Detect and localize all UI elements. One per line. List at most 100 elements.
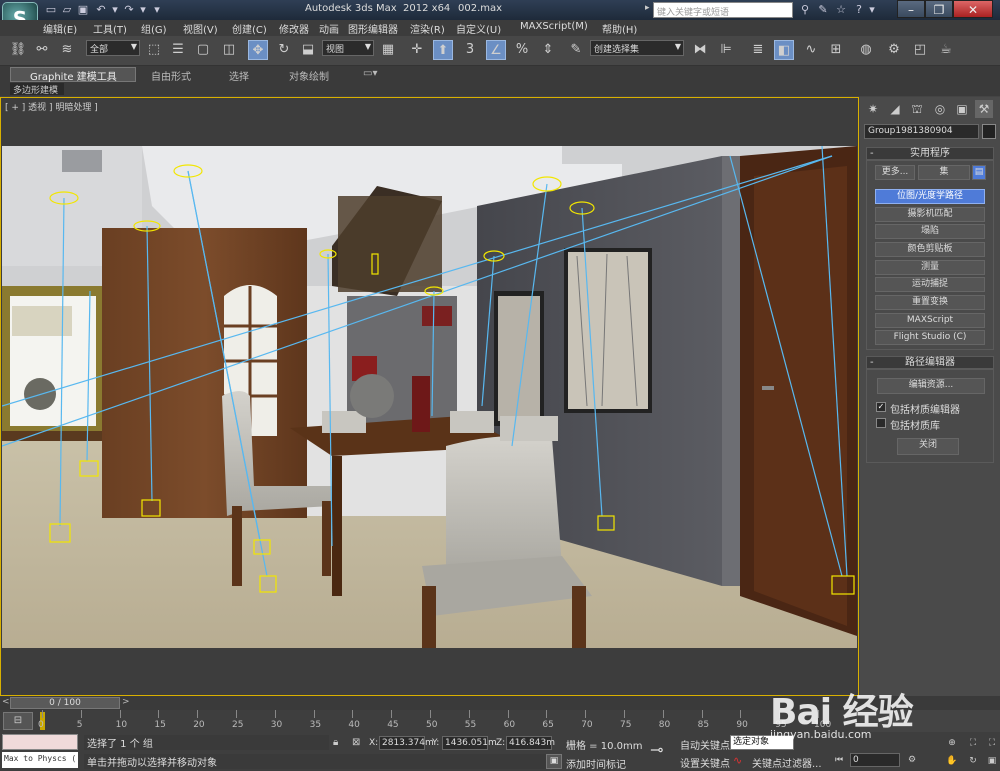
path-editor-rollout-header[interactable]: - 路径编辑器 xyxy=(866,356,994,369)
minimize-button[interactable]: – xyxy=(897,0,925,18)
timeline-next-icon[interactable]: > xyxy=(122,697,130,707)
y-coordinate-field[interactable]: 1436.051m xyxy=(442,736,497,750)
unlink-icon[interactable]: ⚯ xyxy=(32,40,52,60)
curve-editor-icon[interactable]: ∿ xyxy=(801,40,821,60)
set-key-button[interactable]: 设置关键点 xyxy=(680,755,730,770)
community-icon[interactable]: ☆ xyxy=(833,2,849,18)
menu-help[interactable]: 帮助(H) xyxy=(602,21,637,36)
auto-key-button[interactable]: 自动关键点 xyxy=(680,737,730,752)
goto-start-icon[interactable]: ⏮ xyxy=(832,753,846,767)
x-coordinate-field[interactable]: 2813.374m xyxy=(379,736,434,750)
create-tab-icon[interactable]: ✷ xyxy=(864,100,882,118)
snaps-toggle-icon[interactable]: 3 xyxy=(460,40,480,60)
menu-rendering[interactable]: 渲染(R) xyxy=(410,21,445,36)
select-by-name-icon[interactable]: ☰ xyxy=(168,40,188,60)
util-measure[interactable]: 测量 xyxy=(875,260,985,275)
material-editor-icon[interactable]: ◍ xyxy=(856,40,876,60)
key-curve-icon[interactable]: ∿ xyxy=(733,754,742,767)
angle-snap-icon[interactable]: ∠ xyxy=(486,40,506,60)
utilities-tab-icon[interactable]: ⚒ xyxy=(975,100,993,118)
help-icon[interactable]: ? xyxy=(851,2,867,18)
pan-icon[interactable]: ✋ xyxy=(945,754,959,768)
z-coordinate-field[interactable]: 416.843m xyxy=(506,736,555,750)
hierarchy-tab-icon[interactable]: ⛫ xyxy=(908,100,926,118)
link-icon[interactable]: ⛓ xyxy=(8,40,28,60)
key-icon[interactable]: ⊸ xyxy=(650,740,663,759)
layer-manager-icon[interactable]: ≣ xyxy=(748,40,768,60)
tab-object-paint[interactable]: 对象绘制 xyxy=(289,68,329,83)
time-config-icon[interactable]: ⚙ xyxy=(905,753,919,767)
util-collapse[interactable]: 塌陷 xyxy=(875,224,985,239)
keyboard-shortcut-override-icon[interactable]: ⬆ xyxy=(433,40,453,60)
select-rotate-icon[interactable]: ↻ xyxy=(274,40,294,60)
selection-filter-dropdown[interactable]: 全部 ▼ xyxy=(86,40,140,56)
tools-icon[interactable]: ✎ xyxy=(815,2,831,18)
open-file-icon[interactable]: ▱ xyxy=(60,3,74,17)
help-dropdown-icon[interactable]: ▾ xyxy=(867,2,877,18)
current-frame-field[interactable]: 0 xyxy=(850,753,900,767)
key-filters-button[interactable]: 关键点过滤器... xyxy=(752,755,822,770)
include-material-library-checkbox[interactable] xyxy=(876,418,886,428)
named-selection-dropdown[interactable]: 创建选择集 ▼ xyxy=(590,40,684,56)
reference-coordinate-dropdown[interactable]: 视图 ▼ xyxy=(322,40,374,56)
util-camera-match[interactable]: 摄影机匹配 xyxy=(875,207,985,222)
more-button[interactable]: 更多... xyxy=(875,165,915,180)
select-scale-icon[interactable]: ⬓ xyxy=(298,40,318,60)
add-time-tag-icon[interactable]: ▣ xyxy=(546,754,562,769)
add-time-tag-label[interactable]: 添加时间标记 xyxy=(566,756,626,771)
render-production-icon[interactable]: ☕ xyxy=(936,40,956,60)
util-maxscript[interactable]: MAXScript xyxy=(875,313,985,328)
percent-snap-icon[interactable]: % xyxy=(512,40,532,60)
lock-icon[interactable]: 🔒︎ xyxy=(333,737,338,748)
schematic-view-icon[interactable]: ⊞ xyxy=(826,40,846,60)
util-motion-capture[interactable]: 运动捕捉 xyxy=(875,277,985,292)
redo-dropdown-icon[interactable]: ▾ xyxy=(136,3,150,17)
menu-maxscript[interactable]: MAXScript(M) xyxy=(520,21,588,32)
render-setup-icon[interactable]: ⚙ xyxy=(884,40,904,60)
include-material-editor-checkbox[interactable]: ✓ xyxy=(876,402,886,412)
manipulate-icon[interactable]: ✛ xyxy=(407,40,427,60)
sets-button[interactable]: 集 xyxy=(918,165,970,180)
ribbon-options-icon[interactable]: ▭▾ xyxy=(363,68,377,79)
binoculars-icon[interactable]: ⚲ xyxy=(797,2,813,18)
motion-tab-icon[interactable]: ◎ xyxy=(931,100,949,118)
util-flight-studio[interactable]: Flight Studio (C) xyxy=(875,330,985,345)
pivot-center-icon[interactable]: ▦ xyxy=(378,40,398,60)
tab-graphite[interactable]: Graphite 建模工具 xyxy=(30,68,117,83)
zoom-icon[interactable]: ⊕ xyxy=(945,736,959,750)
bind-spacewarp-icon[interactable]: ≋ xyxy=(57,40,77,60)
menu-modifiers[interactable]: 修改器 xyxy=(279,21,309,36)
save-file-icon[interactable]: ▣ xyxy=(76,3,90,17)
menu-edit[interactable]: 编辑(E) xyxy=(43,21,77,36)
maximize-button[interactable]: ❐ xyxy=(925,0,953,18)
align-icon[interactable]: ⊫ xyxy=(716,40,736,60)
select-object-icon[interactable]: ⬚ xyxy=(144,40,164,60)
menu-create[interactable]: 创建(C) xyxy=(232,21,267,36)
util-color-clipboard[interactable]: 颜色剪贴板 xyxy=(875,242,985,257)
menu-graph-editors[interactable]: 图形编辑器 xyxy=(348,21,398,36)
object-name-field[interactable]: Group1981380904 xyxy=(864,124,979,139)
timeline-prev-icon[interactable]: < xyxy=(2,697,10,707)
absolute-mode-icon[interactable]: ⊠ xyxy=(352,737,360,748)
undo-dropdown-icon[interactable]: ▾ xyxy=(108,3,122,17)
rendered-frame-icon[interactable]: ◰ xyxy=(910,40,930,60)
viewport-scene[interactable] xyxy=(2,146,857,648)
close-button[interactable]: ✕ xyxy=(953,0,993,18)
menu-tools[interactable]: 工具(T) xyxy=(93,21,127,36)
maximize-viewport-icon[interactable]: ▣ xyxy=(985,754,999,768)
maxscript-listener-output[interactable] xyxy=(2,734,78,750)
zoom-extents-icon[interactable]: ⛶ xyxy=(966,736,980,750)
search-input[interactable]: 键入关键字或短语 xyxy=(653,2,793,18)
configure-sets-icon[interactable]: ▤ xyxy=(972,165,986,180)
object-color-swatch[interactable] xyxy=(982,124,996,139)
redo-icon[interactable]: ↷ xyxy=(122,3,136,17)
maxscript-listener-input[interactable]: Max to Physcs ( xyxy=(2,752,78,768)
orbit-icon[interactable]: ↻ xyxy=(966,754,980,768)
utilities-rollout-header[interactable]: - 实用程序 xyxy=(866,147,994,160)
graphite-toggle-icon[interactable]: ◧ xyxy=(774,40,794,60)
mirror-icon[interactable]: ⧓ xyxy=(690,40,710,60)
ribbon-polygon-modeling[interactable]: 多边形建模 xyxy=(10,83,64,96)
time-slider[interactable]: 0 / 100 xyxy=(10,697,120,709)
tab-freeform[interactable]: 自由形式 xyxy=(151,68,191,83)
rectangle-selection-icon[interactable]: ▢ xyxy=(193,40,213,60)
